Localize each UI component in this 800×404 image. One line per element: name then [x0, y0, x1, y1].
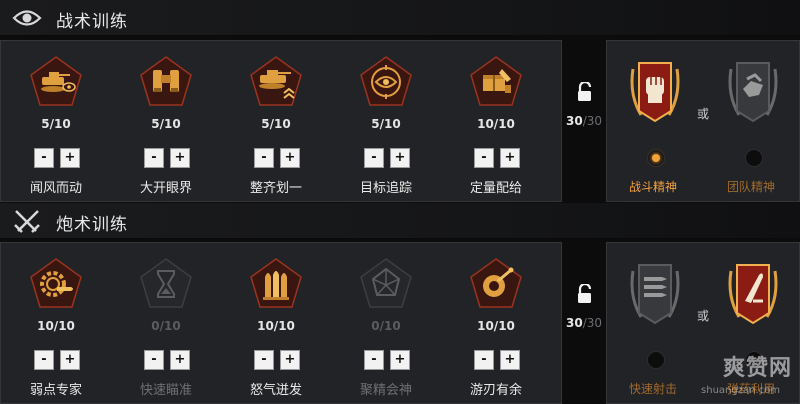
fist-emblem-icon[interactable] — [627, 55, 683, 127]
skill-name: 目标追踪 — [359, 181, 412, 196]
skill-points-box: 30/30 — [562, 242, 606, 404]
skill-level: 10/10 — [477, 117, 515, 131]
spirit-option[interactable]: 快速射击 — [613, 243, 693, 404]
skill-name: 整齐划一 — [249, 181, 302, 196]
skill-name: 定量配给 — [469, 181, 522, 196]
handshake-emblem-icon[interactable] — [725, 55, 781, 127]
tactical-training-header: 战术训练 — [0, 0, 800, 36]
skill-level: 5/10 — [261, 117, 291, 131]
skill-name: 快速瞄准 — [139, 383, 192, 398]
watermark-url: shuangzan.com — [701, 385, 780, 396]
skill-name: 怒气迸发 — [249, 383, 302, 398]
gunnery-skills-panel: 10/10 - + 弱点专家 0/10 - + 快速瞄准 10/10 - + 怒… — [0, 242, 562, 404]
spirit-radio[interactable] — [647, 149, 665, 167]
gunnery-training-header: 炮术训练 — [0, 203, 800, 239]
skill-card: 5/10 - + 目标追踪 — [331, 41, 441, 203]
spirit-name: 快速射击 — [628, 382, 677, 396]
skill-level: 5/10 — [41, 117, 71, 131]
binoculars-icon[interactable] — [139, 55, 193, 109]
points-current: 30 — [565, 114, 583, 128]
skill-card: 10/10 - + 弱点专家 — [1, 243, 111, 404]
hourglass-icon[interactable] — [139, 257, 193, 311]
increase-button[interactable]: + — [500, 350, 520, 370]
eye-icon — [12, 10, 42, 26]
skill-card: 5/10 - + 闻风而动 — [1, 41, 111, 203]
decrease-button[interactable]: - — [254, 148, 274, 168]
tank-eye-icon[interactable] — [29, 55, 83, 109]
skill-points-box: 30/30 — [562, 40, 606, 202]
tank-rank-icon[interactable] — [249, 55, 303, 109]
section-title: 炮术训练 — [56, 215, 128, 235]
skill-card: 0/10 - + 聚精会神 — [331, 243, 441, 404]
decrease-button[interactable]: - — [34, 350, 54, 370]
decrease-button[interactable]: - — [144, 350, 164, 370]
skill-level: 0/10 — [151, 319, 181, 333]
increase-button[interactable]: + — [170, 148, 190, 168]
skill-name: 弱点专家 — [29, 383, 82, 398]
shells-icon[interactable] — [249, 257, 303, 311]
increase-button[interactable]: + — [390, 148, 410, 168]
spirit-option[interactable]: 团队精神 — [711, 41, 791, 203]
skill-level: 10/10 — [37, 319, 75, 333]
skill-card: 10/10 - + 怒气迸发 — [221, 243, 331, 404]
spirit-option[interactable]: 战斗精神 — [613, 41, 693, 203]
increase-button[interactable]: + — [390, 350, 410, 370]
increase-button[interactable]: + — [60, 148, 80, 168]
tactical-skills-panel: 5/10 - + 闻风而动 5/10 - + 大开眼界 5/10 - + 整齐划… — [0, 40, 562, 202]
skill-level: 0/10 — [371, 319, 401, 333]
spirit-radio[interactable] — [745, 149, 763, 167]
points-current: 30 — [565, 316, 583, 330]
skill-points: 30/30 — [562, 316, 606, 330]
turret-target-icon[interactable] — [469, 257, 523, 311]
spirit-radio[interactable] — [647, 351, 665, 369]
skill-card: 10/10 - + 定量配给 — [441, 41, 551, 203]
increase-button[interactable]: + — [280, 148, 300, 168]
skill-level: 10/10 — [477, 319, 515, 333]
skill-card: 0/10 - + 快速瞄准 — [111, 243, 221, 404]
skill-level: 10/10 — [257, 319, 295, 333]
skill-level: 5/10 — [151, 117, 181, 131]
decrease-button[interactable]: - — [474, 350, 494, 370]
increase-button[interactable]: + — [500, 148, 520, 168]
tactical-spirit-panel: 战斗精神 或 团队精神 — [606, 40, 800, 202]
increase-button[interactable]: + — [170, 350, 190, 370]
decrease-button[interactable]: - — [34, 148, 54, 168]
skill-card: 10/10 - + 游刃有余 — [441, 243, 551, 404]
skill-card: 5/10 - + 整齐划一 — [221, 41, 331, 203]
supply-crate-icon[interactable] — [469, 55, 523, 109]
crossed-swords-icon — [14, 210, 40, 233]
increase-button[interactable]: + — [280, 350, 300, 370]
decrease-button[interactable]: - — [144, 148, 164, 168]
skill-name: 游刃有余 — [469, 383, 522, 398]
skill-points: 30/30 — [562, 114, 606, 128]
target-eye-icon[interactable] — [359, 55, 413, 109]
points-max: /30 — [582, 114, 602, 128]
skill-name: 闻风而动 — [29, 181, 82, 196]
section-title: 战术训练 — [56, 12, 128, 32]
skill-name: 大开眼界 — [139, 181, 192, 196]
ammo-rack-emblem-icon[interactable] — [627, 257, 683, 329]
points-max: /30 — [582, 316, 602, 330]
polyhedron-icon[interactable] — [359, 257, 413, 311]
skill-card: 5/10 - + 大开眼界 — [111, 41, 221, 203]
decrease-button[interactable]: - — [254, 350, 274, 370]
or-label: 或 — [697, 107, 710, 121]
unlock-icon — [578, 82, 592, 101]
increase-button[interactable]: + — [60, 350, 80, 370]
decrease-button[interactable]: - — [364, 350, 384, 370]
shell-emblem-icon[interactable] — [725, 257, 781, 329]
watermark: 爽赞网 — [722, 356, 792, 381]
unlock-icon — [578, 284, 592, 303]
or-label: 或 — [697, 309, 710, 323]
decrease-button[interactable]: - — [364, 148, 384, 168]
spirit-name: 团队精神 — [726, 180, 775, 194]
gear-shell-icon[interactable] — [29, 257, 83, 311]
spirit-name: 战斗精神 — [628, 180, 677, 194]
skill-level: 5/10 — [371, 117, 401, 131]
decrease-button[interactable]: - — [474, 148, 494, 168]
skill-name: 聚精会神 — [359, 383, 412, 398]
